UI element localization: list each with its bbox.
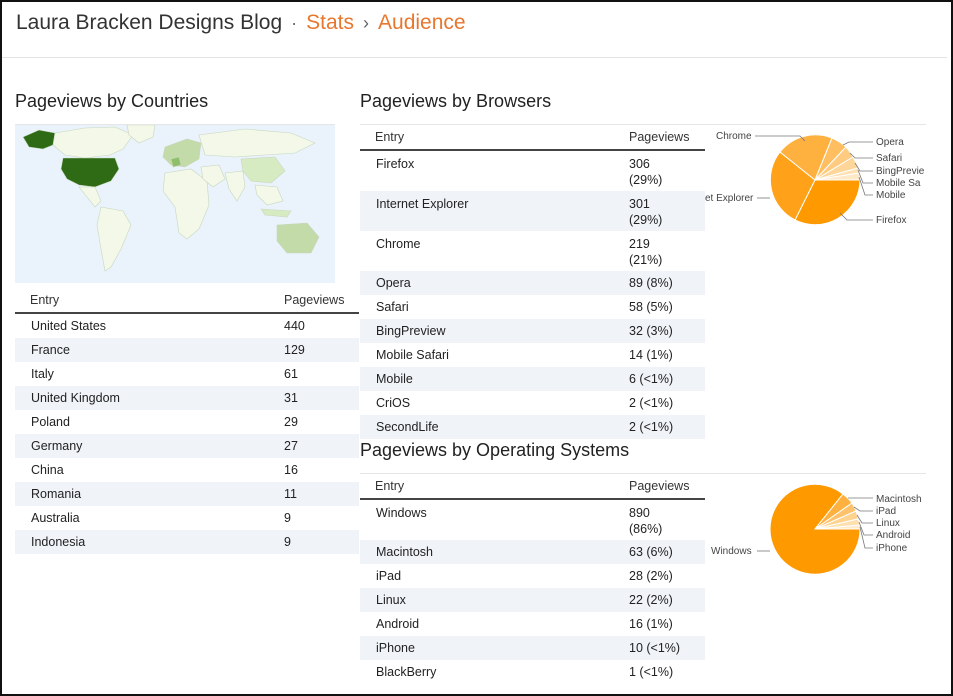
table-row: Safari 58 (5%)	[376, 300, 673, 314]
table-row: United States 440	[31, 319, 305, 333]
table-row: Android 16 (1%)	[376, 617, 673, 631]
table-row: Macintosh 63 (6%)	[360, 540, 705, 564]
pie-label-mobile: Mobile	[876, 190, 906, 201]
os-title: Pageviews by Operating Systems	[360, 440, 630, 460]
os-table: Entry Pageviews Windows 890 (86%) Macintos…	[360, 474, 705, 684]
breadcrumb-chevron: ›	[363, 13, 370, 33]
table-row: BingPreview 32 (3%)	[360, 319, 705, 343]
pie-label-ipad: iPad	[876, 506, 896, 517]
os-col-entry[interactable]: Entry	[360, 474, 623, 500]
table-row: iPhone 10 (<1%)	[360, 636, 705, 660]
table-row: Windows 890 (86%)	[376, 506, 663, 536]
table-row: United Kingdom 31	[15, 386, 359, 410]
table-row: Internet Explorer 301 (29%)	[360, 191, 705, 231]
breadcrumb-stats[interactable]: Stats	[306, 11, 354, 34]
table-row: Poland 29	[31, 415, 298, 429]
table-row: Australia 9	[31, 511, 291, 525]
table-row: Opera 89 (8%)	[360, 271, 705, 295]
pie-label-internet-explorer: et Explorer	[705, 193, 754, 204]
blog-title[interactable]: Laura Bracken Designs Blog	[16, 11, 282, 34]
pie-label-iphone: iPhone	[876, 543, 908, 554]
table-row: iPad 28 (2%)	[376, 569, 673, 583]
browsers-col-entry[interactable]: Entry	[360, 125, 623, 151]
table-row: Linux 22 (2%)	[360, 588, 705, 612]
pie-label-chrome: Chrome	[716, 131, 752, 142]
table-row: China 16	[31, 463, 298, 477]
pie-label-windows: Windows	[711, 546, 752, 557]
breadcrumb: Laura Bracken Designs Blog · Stats › Audienc…	[16, 8, 466, 38]
table-row: Germany 27	[15, 434, 359, 458]
pie-label-firefox: Firefox	[876, 215, 907, 226]
table-row: SecondLife 2 (<1%)	[360, 415, 705, 439]
countries-col-pageviews[interactable]: Pageviews	[278, 288, 359, 314]
table-row: BlackBerry 1 (<1%)	[376, 665, 674, 679]
os-pie-chart[interactable]: Macintosh iPad Linux Android iPhone Wind…	[705, 474, 931, 584]
table-row: CriOS 2 (<1%)	[376, 396, 674, 410]
breadcrumb-separator: ·	[291, 13, 298, 33]
breadcrumb-audience[interactable]: Audience	[378, 11, 466, 34]
table-row: Firefox 306 (29%)	[376, 157, 663, 187]
pie-label-macintosh: Macintosh	[876, 494, 922, 505]
table-row: Mobile 6 (<1%)	[360, 367, 705, 391]
table-row: Mobile Safari 14 (1%)	[376, 348, 673, 362]
map-france	[170, 156, 182, 168]
world-map[interactable]	[15, 125, 335, 283]
table-row: Romania 11	[15, 482, 359, 506]
pie-label-safari: Safari	[876, 153, 902, 164]
countries-table: Entry Pageviews United States 440 France 1…	[15, 288, 359, 554]
browsers-pie-chart[interactable]: Chrome Opera Safari BingPrevie Mobile Sa…	[705, 125, 931, 235]
countries-col-entry[interactable]: Entry	[15, 288, 278, 314]
countries-title: Pageviews by Countries	[15, 91, 209, 111]
pie-label-bingpreview: BingPrevie	[876, 166, 925, 177]
pie-label-android: Android	[876, 530, 910, 541]
browsers-title: Pageviews by Browsers	[360, 91, 552, 111]
browsers-col-pageviews[interactable]: Pageviews	[623, 125, 705, 151]
browsers-table: Entry Pageviews Firefox 306 (29%) Internet…	[360, 125, 705, 439]
pie-label-mobile-safari: Mobile Sa	[876, 178, 921, 189]
table-row: Italy 61	[31, 367, 298, 381]
os-col-pageviews[interactable]: Pageviews	[623, 474, 705, 500]
pie-label-opera: Opera	[876, 137, 904, 148]
table-row: Chrome 219 (21%)	[376, 237, 663, 267]
table-row: France 129	[15, 338, 359, 362]
table-row: Indonesia 9	[15, 530, 359, 554]
pie-label-linux: Linux	[876, 518, 900, 529]
header-divider	[2, 57, 947, 58]
